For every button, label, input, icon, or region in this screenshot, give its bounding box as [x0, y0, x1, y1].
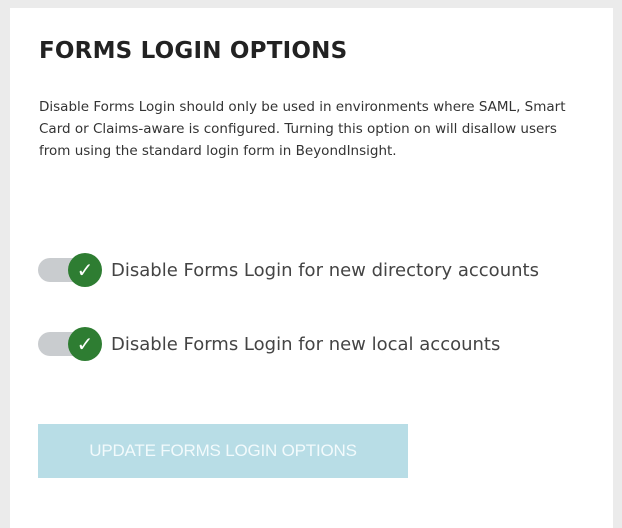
- section-description: Disable Forms Login should only be used …: [39, 99, 566, 159]
- toggle-label: Disable Forms Login for new directory ac…: [111, 259, 539, 281]
- toggle-label: Disable Forms Login for new local accoun…: [111, 333, 501, 355]
- toggle-knob: ✓: [68, 253, 102, 287]
- update-forms-login-options-button[interactable]: UPDATE FORMS LOGIN OPTIONS: [38, 424, 408, 478]
- forms-login-options-panel: FORMS LOGIN OPTIONS Disable Forms Login …: [10, 8, 613, 528]
- toggle-directory-accounts[interactable]: ✓ Disable Forms Login for new directory …: [38, 252, 539, 288]
- toggle-local-accounts[interactable]: ✓ Disable Forms Login for new local acco…: [38, 326, 500, 362]
- check-icon: ✓: [76, 332, 94, 356]
- check-icon: ✓: [76, 258, 94, 282]
- section-title: FORMS LOGIN OPTIONS: [39, 38, 348, 64]
- toggle-knob: ✓: [68, 327, 102, 361]
- toggle-switch[interactable]: ✓: [38, 326, 102, 362]
- toggle-switch[interactable]: ✓: [38, 252, 102, 288]
